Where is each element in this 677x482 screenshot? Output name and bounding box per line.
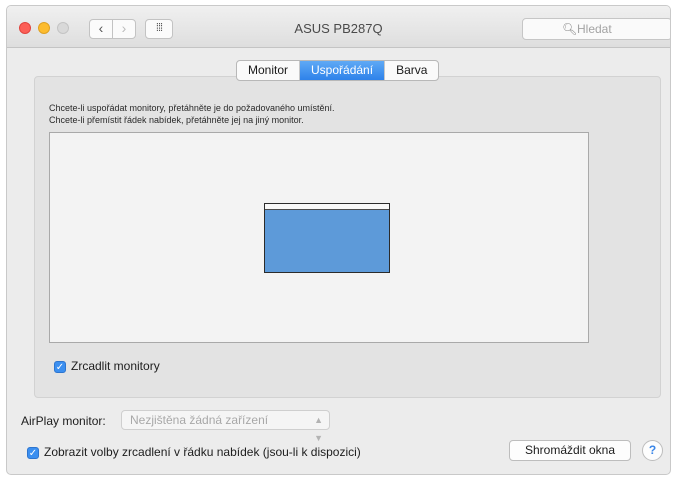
display-arrangement-area <box>49 132 589 343</box>
airplay-selected-value: Nezjištěna žádná zařízení <box>130 413 269 427</box>
tab-bar: Monitor Uspořádání Barva <box>236 60 440 81</box>
tab-monitor[interactable]: Monitor <box>237 61 301 80</box>
search-input[interactable] <box>577 22 667 36</box>
tab-arrangement[interactable]: Uspořádání <box>300 61 386 80</box>
help-icon: ? <box>648 443 657 457</box>
mirror-displays-label: Zrcadlit monitory <box>71 359 160 373</box>
tab-color[interactable]: Barva <box>385 61 438 80</box>
display-thumbnail[interactable] <box>264 203 390 273</box>
updown-arrows-icon: ▲ ▼ <box>314 415 323 443</box>
help-button[interactable]: ? <box>642 440 663 461</box>
titlebar: ‹ › ⁞⁞⁞ ASUS PB287Q 🔍︎ <box>7 6 670 48</box>
gather-windows-button[interactable]: Shromáždit okna <box>509 440 631 461</box>
menubar-instruction: Chcete-li přemístit řádek nabídek, přetá… <box>49 115 304 125</box>
mirror-displays-checkbox[interactable]: ✓ <box>54 361 66 373</box>
airplay-select[interactable]: Nezjištěna žádná zařízení ▲ ▼ <box>121 410 330 443</box>
menubar-handle[interactable] <box>265 204 389 210</box>
arrangement-instruction: Chcete-li uspořádat monitory, přetáhněte… <box>49 103 335 113</box>
checkmark-icon: ✓ <box>55 362 65 373</box>
checkmark-icon: ✓ <box>28 448 38 459</box>
airplay-label: AirPlay monitor: <box>21 414 106 428</box>
show-mirroring-options-checkbox[interactable]: ✓ <box>27 447 39 459</box>
search-icon: 🔍︎ <box>562 22 578 36</box>
search-field[interactable]: 🔍︎ <box>522 18 670 40</box>
show-mirroring-options-label: Zobrazit volby zrcadlení v řádku nabídek… <box>44 445 361 459</box>
